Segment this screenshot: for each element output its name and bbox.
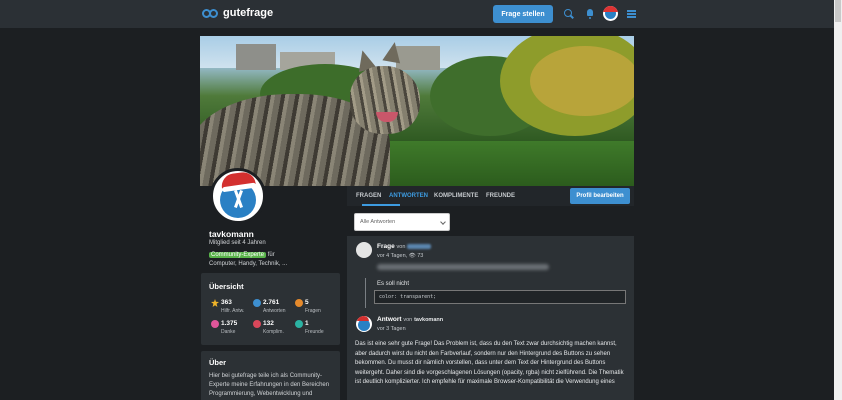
answer-body: Das ist eine sehr gute Frage! Das Proble…: [355, 341, 624, 386]
expert-info: Community-Experte für Computer, Handy, T…: [209, 251, 339, 269]
question-code-block: color: transparent;: [374, 290, 626, 304]
question-meta: vor 4 Tagen, 👁 73: [377, 253, 424, 259]
answer-author-avatar[interactable]: [356, 316, 372, 332]
about-title: Über: [209, 358, 227, 367]
badge-suffix: für: [267, 252, 275, 258]
answer-filter-select[interactable]: Alle Antworten: [354, 213, 450, 231]
tab-komplimente[interactable]: KOMPLIMENTE: [434, 193, 478, 199]
stat-label: Fragen: [305, 308, 321, 314]
stat-label: Freunde: [305, 329, 324, 335]
star-icon: [211, 299, 219, 307]
stat-value: 5: [305, 299, 309, 306]
about-card: Über Hier bei gutefrage teile ich als Co…: [201, 351, 340, 400]
ask-question-button[interactable]: Frage stellen: [493, 5, 553, 23]
edit-profile-button[interactable]: Profil bearbeiten: [570, 188, 630, 204]
heart-icon: [211, 320, 219, 328]
top-navigation-bar: gutefrage Frage stellen: [0, 0, 834, 28]
overview-title: Übersicht: [209, 282, 244, 291]
overview-card: Übersicht 363 Hilfr. Antw. 2.761 Antwort…: [201, 273, 340, 345]
stat-label: Komplim.: [263, 329, 284, 335]
stat-value: 2.761: [263, 299, 280, 306]
badge-icon: [253, 320, 261, 328]
community-expert-badge[interactable]: Community-Experte: [209, 252, 267, 258]
blurred-author-name[interactable]: [407, 243, 432, 249]
stat-label: Antworten: [263, 308, 286, 314]
expert-topics: Computer, Handy, Technik, ...: [209, 261, 288, 267]
question-header: Frage von: [377, 243, 432, 250]
tab-fragen[interactable]: FRAGEN: [356, 193, 381, 199]
stat-label: Danke: [221, 329, 236, 335]
answer-meta: vor 3 Tagen: [377, 326, 406, 332]
bell-icon[interactable]: [584, 8, 596, 20]
stat-label: Hilfr. Antw.: [221, 308, 245, 314]
menu-icon[interactable]: [626, 8, 638, 20]
page-scrollbar[interactable]: [834, 0, 842, 400]
about-text: Hier bei gutefrage teile ich als Communi…: [209, 373, 330, 397]
question-author-avatar[interactable]: [356, 242, 372, 258]
answer-von: von: [403, 317, 413, 323]
profile-avatar: [210, 168, 266, 224]
quote-line: [365, 278, 366, 308]
santa-hat-icon: [220, 171, 256, 190]
friends-icon: [295, 320, 303, 328]
tab-antworten[interactable]: ANTWORTEN: [389, 193, 428, 199]
question-body: Es soll nicht: [377, 281, 410, 287]
blurred-question-title[interactable]: [377, 264, 549, 270]
logo-icon: [202, 8, 220, 19]
answer-header: Antwort von tavkomann: [377, 316, 443, 323]
speech-bubble-icon: [253, 299, 261, 307]
member-since: Mitglied seit 4 Jahren: [209, 240, 266, 246]
logo-text: gutefrage: [223, 7, 274, 19]
stat-value: 132: [263, 320, 274, 327]
scrollbar-thumb[interactable]: [835, 0, 841, 22]
profile-cover-photo: [200, 36, 634, 186]
question-von: von: [396, 244, 406, 250]
search-icon[interactable]: [563, 8, 575, 20]
question-type-label: Frage: [377, 243, 395, 250]
filter-selected-value: Alle Antworten: [360, 219, 396, 225]
question-icon: [295, 299, 303, 307]
active-tab-indicator: [362, 204, 400, 206]
chevron-down-icon: [440, 219, 446, 225]
stat-value: 1: [305, 320, 309, 327]
user-avatar[interactable]: [603, 6, 618, 21]
answer-author-name[interactable]: tavkomann: [414, 317, 443, 323]
stat-value: 1.375: [221, 320, 238, 327]
stat-value: 363: [221, 299, 232, 306]
gutefrage-logo[interactable]: gutefrage: [202, 7, 273, 19]
tab-freunde[interactable]: FREUNDE: [486, 193, 515, 199]
profile-username: tavkomann: [209, 229, 254, 239]
answer-type-label: Antwort: [377, 316, 402, 323]
